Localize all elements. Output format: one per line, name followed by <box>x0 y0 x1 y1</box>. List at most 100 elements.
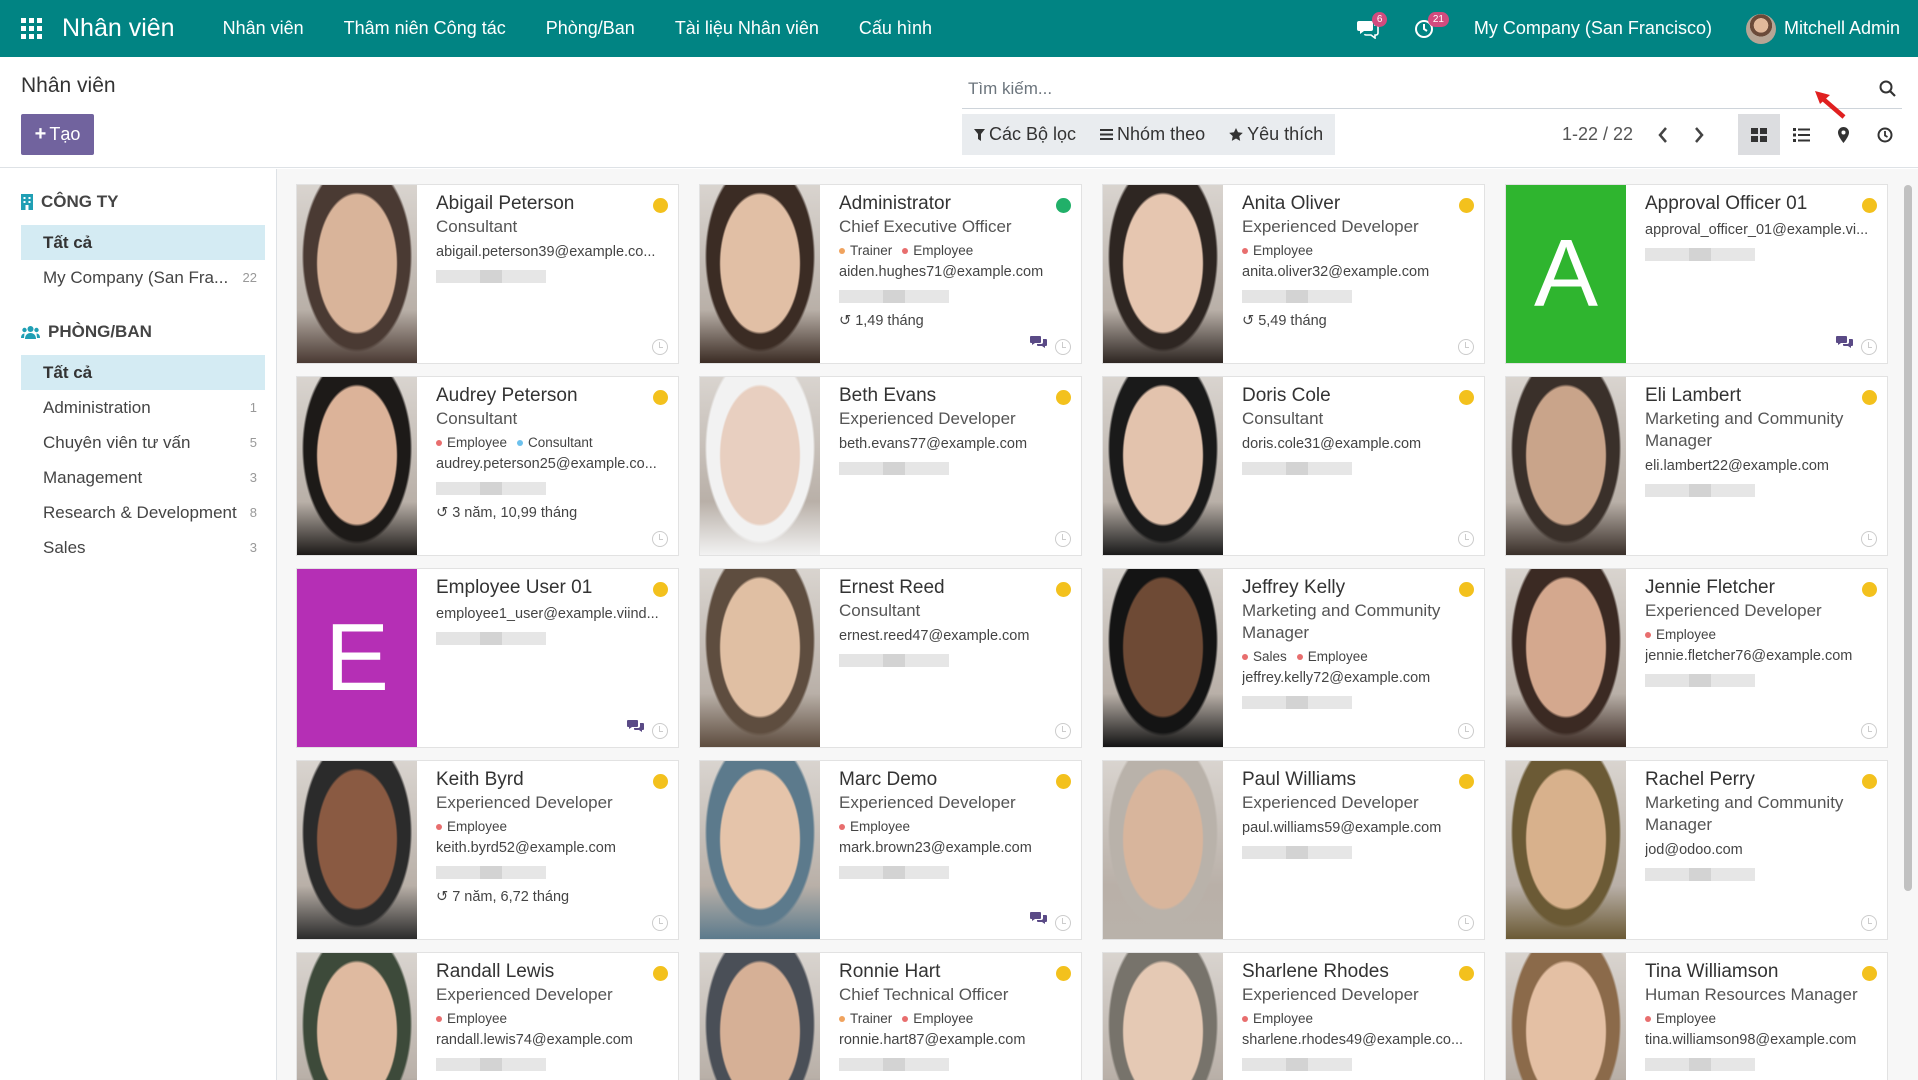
pager-next[interactable] <box>1681 126 1717 143</box>
employee-card[interactable]: Tina Williamson Human Resources Manager Em… <box>1505 952 1888 1080</box>
employee-name: Tina Williamson <box>1645 961 1779 982</box>
presence-status-icon <box>1459 582 1474 597</box>
messages-button[interactable]: 6 <box>1340 0 1396 57</box>
star-icon <box>1229 128 1243 141</box>
create-button[interactable]: + Tạo <box>21 114 94 155</box>
employee-name: Administrator <box>839 193 951 214</box>
favorites-button[interactable]: Yêu thích <box>1229 124 1323 145</box>
menu-configuration[interactable]: Cấu hình <box>839 18 952 39</box>
map-view-button[interactable] <box>1822 114 1864 155</box>
chat-icon[interactable] <box>1836 335 1853 354</box>
employee-name: Eli Lambert <box>1645 385 1742 406</box>
presence-status-icon <box>1862 582 1877 597</box>
employee-card[interactable]: Rachel Perry Marketing and Community Mana… <box>1505 760 1888 940</box>
chat-icon[interactable] <box>1030 911 1047 930</box>
tag-color-dot <box>436 823 442 830</box>
employee-card[interactable]: Sharlene Rhodes Experienced Developer Empl… <box>1102 952 1485 1080</box>
employee-card[interactable]: Eli Lambert Marketing and Community Manag… <box>1505 376 1888 556</box>
activity-clock-icon[interactable] <box>1861 531 1877 547</box>
menu-departments[interactable]: Phòng/Ban <box>526 18 655 39</box>
user-name: Mitchell Admin <box>1783 18 1900 38</box>
activity-clock-icon[interactable] <box>1055 339 1071 355</box>
employee-tags: Employee <box>1242 1011 1474 1026</box>
employee-card[interactable]: Jeffrey Kelly Marketing and Community Man… <box>1102 568 1485 748</box>
blurred-phone <box>1242 696 1352 709</box>
kanban-view-button[interactable] <box>1738 114 1780 155</box>
employee-card[interactable]: Randall Lewis Experienced Developer Employ… <box>296 952 679 1080</box>
search-input[interactable] <box>962 78 1872 99</box>
activity-clock-icon[interactable] <box>1861 915 1877 931</box>
activity-clock-icon[interactable] <box>1861 339 1877 355</box>
activity-clock-icon[interactable] <box>1458 723 1474 739</box>
dept-filter-sales[interactable]: Sales 3 <box>21 530 265 565</box>
activities-button[interactable]: 21 <box>1396 0 1452 57</box>
employee-card[interactable]: Ronnie Hart Chief Technical Officer Traine… <box>699 952 1082 1080</box>
employee-name: Doris Cole <box>1242 385 1331 406</box>
app-brand[interactable]: Nhân viên <box>62 14 175 43</box>
activity-clock-icon[interactable] <box>1458 915 1474 931</box>
activity-view-button[interactable] <box>1864 114 1906 155</box>
activity-clock-icon[interactable] <box>652 531 668 547</box>
company-filter-all[interactable]: Tất cả <box>21 225 265 260</box>
tag-label: Employee <box>850 819 911 834</box>
menu-documents[interactable]: Tài liệu Nhân viên <box>655 18 839 39</box>
activity-clock-icon[interactable] <box>1055 723 1071 739</box>
employee-job-title: Experienced Developer <box>839 409 1016 428</box>
company-switcher[interactable]: My Company (San Francisco) <box>1452 18 1746 39</box>
employee-card[interactable]: Anita Oliver Experienced Developer Employe… <box>1102 184 1485 364</box>
employee-email: jod@odoo.com <box>1645 842 1743 858</box>
employee-card[interactable]: Paul Williams Experienced Developer paul.w… <box>1102 760 1485 940</box>
presence-status-icon <box>1056 774 1071 789</box>
avatar-letter: E <box>324 604 390 711</box>
pager-previous[interactable] <box>1645 126 1681 143</box>
employee-card[interactable]: Ernest Reed Consultant ernest.reed47@examp… <box>699 568 1082 748</box>
dept-filter-all[interactable]: Tất cả <box>21 355 265 390</box>
employee-card[interactable]: A Approval Officer 01 approval_officer_01@… <box>1505 184 1888 364</box>
dept-filter-rnd[interactable]: Research & Development 8 <box>21 495 265 530</box>
pager-value[interactable]: 1-22 / 22 <box>1562 124 1633 145</box>
list-view-button[interactable] <box>1780 114 1822 155</box>
blurred-phone <box>1645 868 1755 881</box>
dept-filter-management[interactable]: Management 3 <box>21 460 265 495</box>
activity-clock-icon[interactable] <box>1861 723 1877 739</box>
search-icon[interactable] <box>1872 80 1902 97</box>
employee-tag: Sales <box>1242 649 1287 664</box>
employee-info: Tina Williamson Human Resources Manager Em… <box>1626 953 1887 1080</box>
activity-clock-icon[interactable] <box>652 915 668 931</box>
activity-clock-icon[interactable] <box>1458 339 1474 355</box>
menu-seniority[interactable]: Thâm niên Công tác <box>324 18 526 39</box>
employee-card[interactable]: E Employee User 01 employee1_user@example.… <box>296 568 679 748</box>
scrollbar[interactable] <box>1904 185 1912 891</box>
activity-clock-icon[interactable] <box>652 723 668 739</box>
employee-tag: Employee <box>1296 649 1368 664</box>
employee-card[interactable]: Keith Byrd Experienced Developer Employee k… <box>296 760 679 940</box>
employee-tag: Employee <box>1242 1011 1313 1026</box>
activity-clock-icon[interactable] <box>1458 531 1474 547</box>
activity-clock-icon[interactable] <box>652 339 668 355</box>
employee-card[interactable]: Administrator Chief Executive Officer Trai… <box>699 184 1082 364</box>
employee-tag: Employee <box>436 819 507 834</box>
filters-button[interactable]: Các Bộ lọc <box>974 124 1076 145</box>
menu-employees[interactable]: Nhân viên <box>203 18 324 39</box>
employee-email: ronnie.hart87@example.com <box>839 1032 1026 1048</box>
activity-clock-icon[interactable] <box>1055 915 1071 931</box>
employee-name: Audrey Peterson <box>436 385 578 406</box>
groupby-button[interactable]: Nhóm theo <box>1100 124 1205 145</box>
employee-photo <box>1506 377 1626 555</box>
dept-filter-consultants[interactable]: Chuyên viên tư vấn 5 <box>21 425 265 460</box>
user-menu[interactable]: Mitchell Admin <box>1745 13 1918 44</box>
employee-card[interactable]: Audrey Peterson Consultant Employee Consult… <box>296 376 679 556</box>
activity-clock-icon[interactable] <box>1055 531 1071 547</box>
employee-card[interactable]: Beth Evans Experienced Developer beth.evan… <box>699 376 1082 556</box>
apps-menu-button[interactable] <box>0 0 62 57</box>
employee-card[interactable]: Jennie Fletcher Experienced Developer Empl… <box>1505 568 1888 748</box>
employee-initial-avatar: A <box>1506 185 1626 363</box>
employee-job-title: Consultant <box>436 217 518 236</box>
employee-card[interactable]: Abigail Peterson Consultant abigail.peters… <box>296 184 679 364</box>
chat-icon[interactable] <box>627 719 644 738</box>
chat-icon[interactable] <box>1030 335 1047 354</box>
employee-card[interactable]: Marc Demo Experienced Developer Employee ma… <box>699 760 1082 940</box>
company-filter-my-company[interactable]: My Company (San Fra... 22 <box>21 260 265 295</box>
dept-filter-administration[interactable]: Administration 1 <box>21 390 265 425</box>
employee-card[interactable]: Doris Cole Consultant doris.cole31@example… <box>1102 376 1485 556</box>
